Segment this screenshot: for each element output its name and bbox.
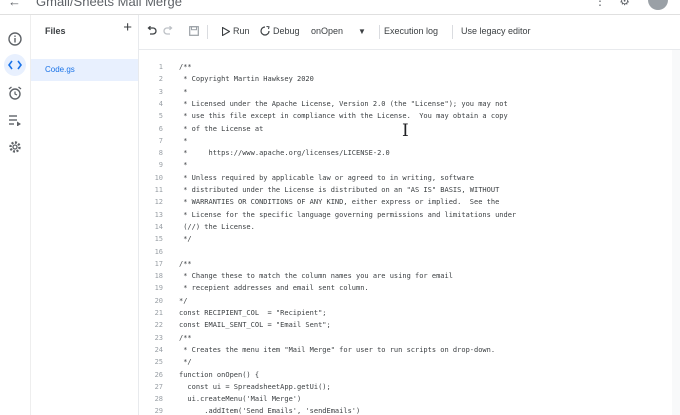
line-number: 21 bbox=[154, 309, 163, 317]
code-line: const ui = SpreadsheetApp.getUi(); bbox=[179, 382, 331, 391]
info-icon[interactable] bbox=[7, 31, 23, 47]
redo-icon[interactable] bbox=[163, 26, 174, 36]
line-number: 22 bbox=[154, 321, 163, 330]
code-line: * License for the specific language gove… bbox=[179, 210, 517, 219]
avatar[interactable] bbox=[648, 0, 668, 10]
alarm-icon[interactable] bbox=[7, 85, 23, 101]
run-button[interactable]: Run bbox=[222, 26, 250, 36]
line-number-gutter: 1 2 3 4 5 6 7 8 9 10 11 12 13 14 15 16 17 18 19 20 21 22 23 24 2… bbox=[139, 50, 167, 415]
title-bar: ← Gmail/Sheets Mail Merge ⋮ ⚙ bbox=[0, 0, 680, 15]
files-header: Files bbox=[45, 26, 66, 36]
line-number: 20 bbox=[154, 296, 163, 305]
line-number: 25 bbox=[154, 358, 163, 367]
line-number: 2 bbox=[158, 75, 163, 84]
line-number: 27 bbox=[154, 382, 163, 391]
code-icon[interactable] bbox=[4, 54, 26, 76]
settings-top-icon[interactable]: ⚙ bbox=[619, 0, 630, 8]
text-cursor-icon: I bbox=[402, 121, 409, 141]
line-number: 3 bbox=[158, 87, 163, 96]
line-number: 14 bbox=[154, 222, 163, 231]
editor-toolbar: Run Debug onOpen ▼ Execution log Use leg… bbox=[139, 15, 680, 50]
line-number: 7 bbox=[158, 136, 163, 145]
code-line: const EMAIL_SENT_COL = "Email Sent"; bbox=[179, 321, 331, 330]
project-title[interactable]: Gmail/Sheets Mail Merge bbox=[36, 0, 182, 9]
line-number: 9 bbox=[158, 161, 163, 170]
line-number: 24 bbox=[154, 345, 163, 354]
line-number: 10 bbox=[154, 173, 163, 182]
code-line: */ bbox=[179, 358, 192, 367]
code-line: * of the License at bbox=[179, 124, 264, 133]
back-arrow-icon[interactable]: ← bbox=[8, 0, 21, 9]
code-line: /** bbox=[179, 259, 192, 268]
play-icon bbox=[222, 26, 230, 36]
code-line: * bbox=[179, 161, 188, 170]
line-number: 19 bbox=[154, 284, 163, 293]
line-number: 4 bbox=[158, 99, 163, 108]
line-number: 16 bbox=[154, 247, 163, 256]
code-line: /** bbox=[179, 333, 192, 342]
code-line: function onOpen() { bbox=[179, 370, 260, 379]
line-number: 1 bbox=[158, 63, 163, 71]
files-panel: Files + Code.gs bbox=[31, 15, 139, 415]
line-number: 11 bbox=[154, 186, 163, 194]
code-line: const RECIPIENT_COL = "Recipient"; bbox=[179, 309, 327, 317]
function-selector-value: onOpen bbox=[311, 26, 344, 36]
function-selector[interactable]: onOpen ▼ bbox=[311, 26, 366, 36]
debug-label: Debug bbox=[273, 26, 300, 36]
debug-button[interactable]: Debug bbox=[260, 26, 300, 36]
apps-icon[interactable]: ⋮ bbox=[594, 0, 606, 8]
line-number: 18 bbox=[154, 272, 163, 281]
code-line: * use this file except in compliance wit… bbox=[179, 112, 508, 121]
code-line: * Licensed under the Apache License, Ver… bbox=[179, 99, 508, 108]
code-line: ui.createMenu('Mail Merge') bbox=[179, 395, 302, 404]
add-file-button[interactable]: + bbox=[123, 20, 132, 36]
code-line: (//) the License. bbox=[179, 222, 255, 231]
run-label: Run bbox=[233, 26, 250, 36]
line-number: 5 bbox=[158, 112, 163, 121]
executions-icon[interactable] bbox=[7, 112, 23, 128]
undo-icon[interactable] bbox=[146, 26, 157, 36]
file-name: Code.gs bbox=[45, 65, 75, 74]
left-rail bbox=[0, 15, 31, 415]
chevron-down-icon: ▼ bbox=[358, 26, 366, 36]
code-line: * WARRANTIES OR CONDITIONS OF ANY KIND, … bbox=[179, 198, 500, 207]
line-number: 8 bbox=[158, 149, 163, 158]
line-number: 23 bbox=[154, 333, 163, 342]
code-line: .addItem('Send Emails', 'sendEmails') bbox=[179, 407, 361, 415]
code-line: * Creates the menu item "Mail Merge" for… bbox=[179, 345, 496, 354]
code-line: * bbox=[179, 136, 188, 145]
settings-icon[interactable] bbox=[7, 139, 23, 155]
line-number: 15 bbox=[154, 235, 163, 244]
save-icon[interactable] bbox=[189, 26, 199, 36]
line-number: 26 bbox=[154, 370, 163, 379]
code-line: * Change these to match the column names… bbox=[179, 272, 453, 281]
line-number: 13 bbox=[154, 210, 163, 219]
line-number: 6 bbox=[158, 124, 163, 133]
code-line: * recepient addresses and email sent col… bbox=[179, 284, 369, 293]
legacy-editor-label: Use legacy editor bbox=[461, 26, 531, 36]
editor-scrollbar[interactable] bbox=[672, 50, 680, 415]
line-number: 12 bbox=[154, 198, 163, 207]
code-line: * bbox=[179, 87, 188, 96]
line-number: 29 bbox=[154, 407, 163, 415]
execution-log-button[interactable]: Execution log bbox=[384, 26, 438, 36]
execution-log-label: Execution log bbox=[384, 26, 439, 36]
code-line: * Unless required by applicable law or a… bbox=[179, 173, 475, 182]
code-line: /** bbox=[179, 63, 192, 71]
line-number: 28 bbox=[154, 395, 163, 404]
code-line: */ bbox=[179, 235, 192, 244]
code-line: * Copyright Martin Hawksey 2020 bbox=[179, 75, 314, 84]
debug-icon bbox=[260, 26, 270, 36]
line-number: 17 bbox=[154, 259, 163, 268]
file-item-code-gs[interactable]: Code.gs bbox=[31, 59, 138, 81]
code-editor[interactable]: 1 2 3 4 5 6 7 8 9 10 11 12 13 14 15 16 17 18 19 20 21 22 23 24 2… bbox=[139, 50, 680, 415]
code-line: * https://www.apache.org/licenses/LICENS… bbox=[179, 149, 390, 158]
legacy-editor-button[interactable]: Use legacy editor bbox=[461, 26, 531, 36]
code-line: * distributed under the License is distr… bbox=[179, 186, 500, 194]
code-line: */ bbox=[179, 296, 188, 305]
